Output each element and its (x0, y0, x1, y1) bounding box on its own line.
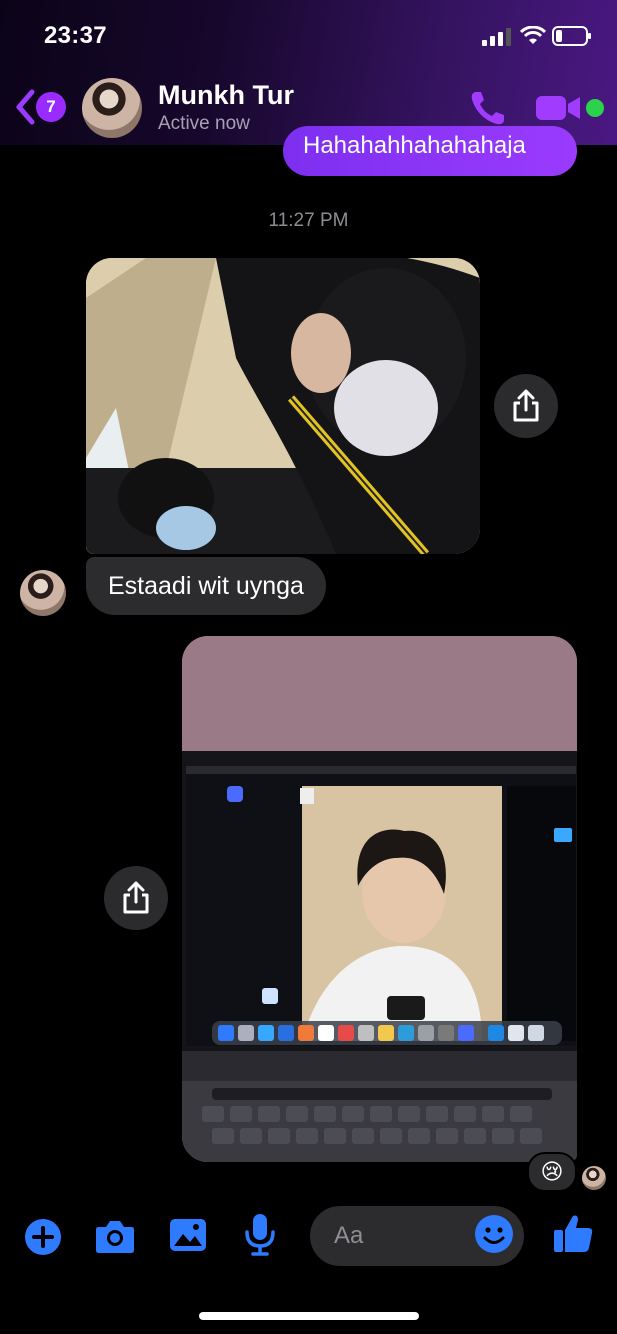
emoji-icon[interactable] (474, 1214, 514, 1254)
camera-icon[interactable] (94, 1216, 136, 1256)
wifi-icon (520, 26, 546, 44)
battery-icon (552, 26, 591, 46)
share-icon (513, 389, 539, 422)
online-indicator (586, 99, 604, 117)
sent-photo[interactable] (182, 636, 577, 1162)
share-photo-button[interactable] (104, 866, 168, 930)
received-message-bubble[interactable]: Estaadi wit uynga (86, 557, 326, 615)
home-indicator[interactable] (199, 1312, 419, 1320)
received-message-text: Estaadi wit uynga (108, 571, 304, 600)
message-reaction[interactable]: 😢 (527, 1152, 577, 1192)
sent-message-bubble[interactable]: Hahahahhahahahaja (283, 126, 577, 176)
plus-icon[interactable] (24, 1218, 62, 1256)
share-photo-button[interactable] (494, 374, 558, 438)
sent-photo-content (182, 636, 577, 1162)
phone-call-icon[interactable] (468, 88, 508, 128)
message-input-placeholder: Aa (334, 1222, 364, 1249)
microphone-icon[interactable] (244, 1212, 276, 1256)
sent-message-text: Hahahahhahahahaja (303, 132, 526, 159)
cellular-signal-icon (482, 28, 511, 46)
contact-avatar[interactable] (82, 78, 142, 138)
gallery-icon[interactable] (168, 1216, 208, 1254)
back-chevron-icon[interactable] (14, 88, 36, 126)
sender-avatar[interactable] (20, 570, 66, 616)
video-call-icon[interactable] (534, 92, 582, 124)
contact-status: Active now (158, 113, 250, 134)
status-time: 23:37 (44, 22, 107, 49)
received-photo[interactable] (86, 258, 480, 554)
share-icon (123, 881, 149, 914)
contact-name[interactable]: Munkh Tur (158, 80, 294, 111)
time-separator: 11:27 PM (268, 210, 349, 231)
received-photo-content (86, 258, 480, 554)
seen-by-avatar (582, 1166, 606, 1190)
unread-count-badge[interactable]: 7 (36, 92, 66, 122)
thumbs-up-icon[interactable] (552, 1212, 594, 1254)
